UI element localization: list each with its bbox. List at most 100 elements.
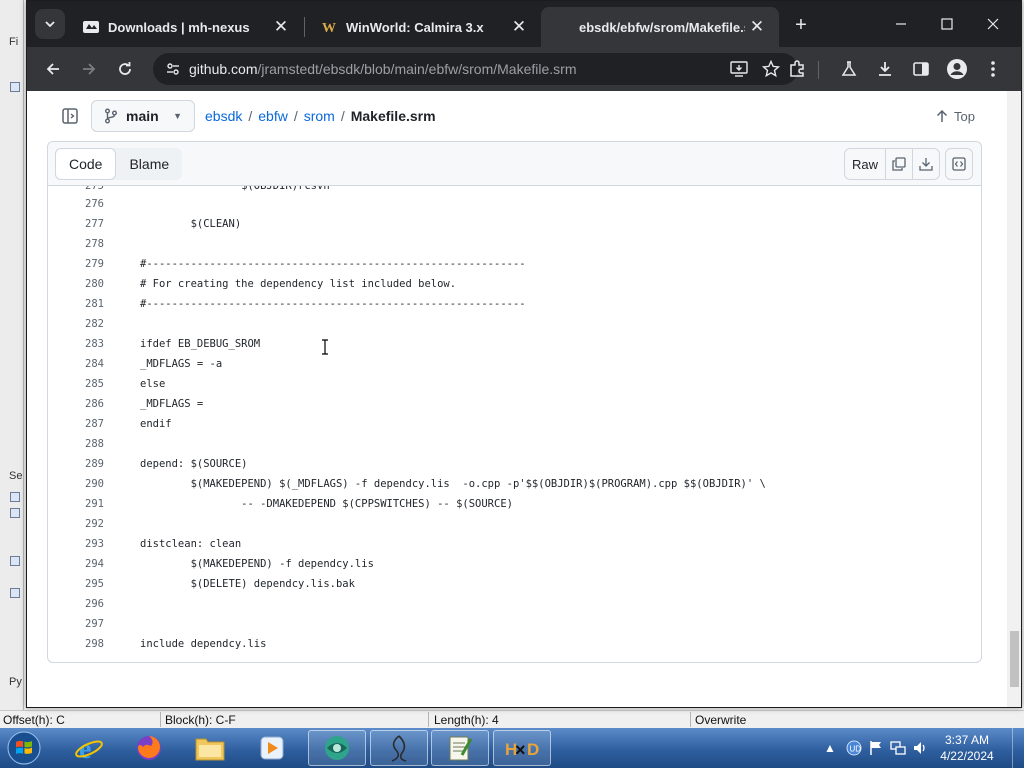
taskbar-notes-app[interactable]: [370, 730, 428, 766]
line-number[interactable]: 287: [48, 414, 104, 434]
branch-selector[interactable]: main ▼: [91, 100, 195, 132]
code-line[interactable]: 278: [48, 234, 981, 254]
show-desktop-button[interactable]: [1012, 728, 1024, 768]
code-line[interactable]: 283 ifdef EB_DEBUG_SROM: [48, 334, 981, 354]
line-number[interactable]: 294: [48, 554, 104, 574]
minimize-button[interactable]: [879, 9, 923, 39]
scrollbar-thumb[interactable]: [1010, 631, 1019, 687]
line-number[interactable]: 295: [48, 574, 104, 594]
code-line[interactable]: 296: [48, 594, 981, 614]
tab-downloads[interactable]: Downloads | mh-nexus ✕: [69, 7, 303, 47]
breadcrumb-repo[interactable]: ebsdk: [205, 108, 242, 124]
top-button[interactable]: Top: [928, 100, 983, 132]
line-number[interactable]: 283: [48, 334, 104, 354]
forward-button[interactable]: [73, 53, 105, 85]
raw-button[interactable]: Raw: [844, 148, 886, 180]
taskbar-internet-explorer[interactable]: e: [60, 730, 118, 766]
tab-blame[interactable]: Blame: [116, 148, 182, 180]
line-number[interactable]: 276: [48, 194, 104, 214]
install-app-icon[interactable]: [730, 61, 748, 80]
tab-winworld[interactable]: W WinWorld: Calmira 3.x ✕: [307, 7, 541, 47]
code-line[interactable]: 286 _MDFLAGS =: [48, 394, 981, 414]
code-line[interactable]: 289 depend: $(SOURCE): [48, 454, 981, 474]
line-number[interactable]: 291: [48, 494, 104, 514]
downloads-button[interactable]: [869, 53, 901, 85]
code-line[interactable]: 295 $(DELETE) dependcy.lis.bak: [48, 574, 981, 594]
line-number[interactable]: 277: [48, 214, 104, 234]
page-scrollbar[interactable]: [1007, 91, 1021, 707]
code-line[interactable]: 290 $(MAKEDEPEND) $(_MDFLAGS) -f dependc…: [48, 474, 981, 494]
labs-button[interactable]: [833, 53, 865, 85]
new-tab-button[interactable]: +: [785, 9, 817, 41]
menu-button[interactable]: [977, 53, 1009, 85]
line-number[interactable]: 282: [48, 314, 104, 334]
site-info-icon[interactable]: [165, 61, 181, 80]
close-tab-icon[interactable]: ✕: [271, 17, 291, 37]
code-line[interactable]: 291 -- -DMAKEDEPEND $(CPPSWITCHES) -- $(…: [48, 494, 981, 514]
address-bar[interactable]: github.com/jramstedt/ebsdk/blob/main/ebf…: [153, 53, 798, 85]
code-line[interactable]: 282: [48, 314, 981, 334]
tab-makefile[interactable]: ebsdk/ebfw/srom/Makefile.srm ✕: [541, 7, 779, 47]
profile-button[interactable]: [941, 53, 973, 85]
file-tree-toggle-icon[interactable]: [61, 107, 79, 125]
window-close-button[interactable]: [971, 9, 1015, 39]
status-mode[interactable]: Overwrite: [695, 713, 746, 727]
line-number[interactable]: 290: [48, 474, 104, 494]
taskbar-media-player[interactable]: [243, 730, 301, 766]
line-number[interactable]: 293: [48, 534, 104, 554]
volume-icon[interactable]: [912, 740, 928, 756]
code-line[interactable]: 276: [48, 194, 981, 214]
line-number[interactable]: 288: [48, 434, 104, 454]
code-line[interactable]: 297: [48, 614, 981, 634]
download-raw-button[interactable]: [912, 148, 940, 180]
start-button[interactable]: [2, 728, 46, 768]
breadcrumb-folder[interactable]: ebfw: [258, 108, 288, 124]
line-number[interactable]: 285: [48, 374, 104, 394]
clock[interactable]: 3:37 AM 4/22/2024: [932, 732, 1002, 764]
symbols-button[interactable]: [945, 148, 973, 180]
code-line[interactable]: 288: [48, 434, 981, 454]
code-line[interactable]: 281 #------------------------------------…: [48, 294, 981, 314]
taskbar-firefox[interactable]: [120, 730, 178, 766]
tab-code[interactable]: Code: [55, 148, 117, 180]
close-tab-icon[interactable]: ✕: [509, 17, 529, 37]
background-menu-label[interactable]: Fi: [9, 36, 18, 48]
taskbar-file-explorer[interactable]: [181, 730, 239, 766]
line-number[interactable]: 286: [48, 394, 104, 414]
code-line[interactable]: 277 $(CLEAN): [48, 214, 981, 234]
line-number[interactable]: 279: [48, 254, 104, 274]
line-number[interactable]: 297: [48, 614, 104, 634]
line-number[interactable]: 281: [48, 294, 104, 314]
extensions-button[interactable]: [781, 53, 813, 85]
close-tab-icon[interactable]: ✕: [747, 17, 767, 37]
tab-search-button[interactable]: [35, 9, 65, 39]
code-line[interactable]: 285 else: [48, 374, 981, 394]
network-adapter-icon[interactable]: UD: [846, 740, 862, 756]
code-line[interactable]: 287 endif: [48, 414, 981, 434]
code-line[interactable]: 292: [48, 514, 981, 534]
line-number[interactable]: 298: [48, 634, 104, 654]
maximize-button[interactable]: [925, 9, 969, 39]
taskbar-hex-editor[interactable]: H × D: [493, 730, 551, 766]
side-panel-button[interactable]: [905, 53, 937, 85]
code-line[interactable]: 294 $(MAKEDEPEND) -f dependcy.lis: [48, 554, 981, 574]
line-number[interactable]: 284: [48, 354, 104, 374]
line-number[interactable]: 296: [48, 594, 104, 614]
breadcrumb-folder[interactable]: srom: [304, 108, 335, 124]
line-number[interactable]: 278: [48, 234, 104, 254]
code-line[interactable]: 298 include dependcy.lis: [48, 634, 981, 654]
network-icon[interactable]: [890, 740, 906, 756]
action-center-flag-icon[interactable]: [868, 740, 884, 756]
bookmark-star-icon[interactable]: [761, 59, 781, 81]
line-number[interactable]: 292: [48, 514, 104, 534]
reload-button[interactable]: [109, 53, 141, 85]
code-line[interactable]: 284 _MDFLAGS = -a: [48, 354, 981, 374]
code-line[interactable]: 279 #------------------------------------…: [48, 254, 981, 274]
line-number[interactable]: 280: [48, 274, 104, 294]
copy-raw-button[interactable]: [885, 148, 913, 180]
line-number[interactable]: 289: [48, 454, 104, 474]
background-toolbar-icon[interactable]: [10, 82, 20, 92]
taskbar-browser-app[interactable]: [308, 730, 366, 766]
code-line[interactable]: 280 # For creating the dependency list in…: [48, 274, 981, 294]
code-line[interactable]: 293 distclean: clean: [48, 534, 981, 554]
